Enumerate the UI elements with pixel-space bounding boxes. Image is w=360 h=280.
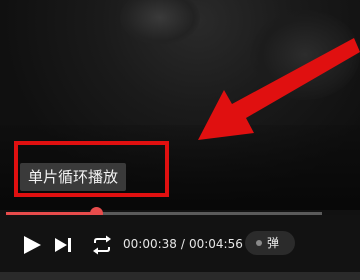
time-separator: / (180, 237, 185, 251)
play-button[interactable] (20, 233, 44, 257)
time-display: 00:00:38/00:04:56 (123, 235, 243, 253)
loop-button[interactable] (90, 234, 114, 256)
control-bar: 00:00:38/00:04:56 弹 (0, 215, 360, 280)
current-time: 00:00:38 (123, 237, 177, 251)
next-icon (55, 238, 71, 252)
total-time: 00:04:56 (188, 237, 243, 251)
loop-icon (93, 235, 111, 255)
next-button[interactable] (52, 235, 76, 255)
annotation-highlight-box (14, 141, 169, 197)
danmu-toggle[interactable]: 弹 (245, 231, 295, 255)
danmu-label: 弹 (267, 236, 280, 250)
window-bottom-edge (0, 272, 360, 280)
play-icon (24, 236, 41, 254)
toggle-dot (256, 240, 262, 246)
